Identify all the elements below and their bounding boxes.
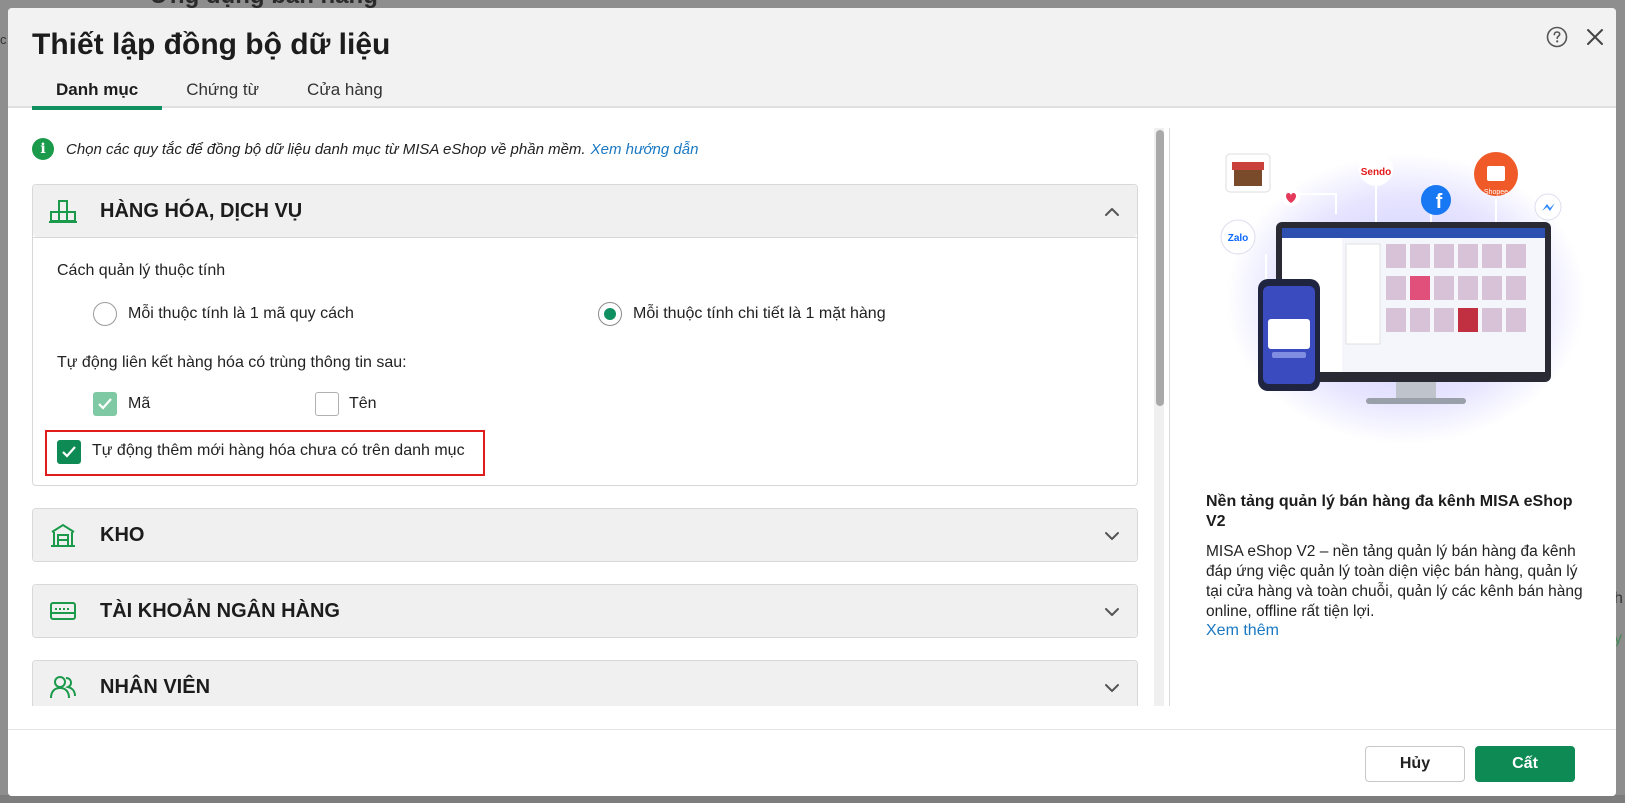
- guide-link[interactable]: Xem hướng dẫn: [591, 141, 699, 158]
- checkbox-auto-add-goods-label: Tự động thêm mới hàng hóa chưa có trên d…: [92, 442, 465, 459]
- chevron-up-icon[interactable]: [1103, 203, 1121, 221]
- check-icon: [62, 446, 76, 458]
- autolink-label: Tự động liên kết hàng hóa có trùng thông…: [57, 354, 407, 371]
- section-staff-header[interactable]: NHÂN VIÊN: [33, 661, 1137, 706]
- section-warehouse-header[interactable]: KHO: [33, 509, 1137, 561]
- section-staff-title: NHÂN VIÊN: [100, 676, 211, 698]
- svg-text:f: f: [1436, 191, 1443, 213]
- checkbox-auto-add-goods[interactable]: [57, 440, 81, 464]
- checkbox-match-code[interactable]: [93, 392, 117, 416]
- pane-divider: [1169, 128, 1170, 706]
- warehouse-icon: [51, 523, 75, 547]
- info-text: Chọn các quy tắc để đồng bộ dữ liệu danh…: [66, 140, 586, 158]
- section-bank-accounts-header[interactable]: TÀI KHOẢN NGÂN HÀNG: [33, 585, 1137, 637]
- shopee-logo: Shopee: [1484, 189, 1508, 196]
- chevron-down-icon[interactable]: [1103, 527, 1121, 545]
- attribute-mode-label: Cách quản lý thuộc tính: [57, 262, 226, 279]
- dialog-title: Thiết lập đồng bộ dữ liệu: [32, 28, 391, 61]
- radio-attribute-as-spec[interactable]: [93, 302, 117, 326]
- section-bank-accounts: TÀI KHOẢN NGÂN HÀNG: [32, 584, 1138, 638]
- eshop-illustration: Sendo Shopee f Zalo: [1220, 152, 1586, 444]
- help-icon[interactable]: [1546, 26, 1568, 48]
- scrollbar-thumb[interactable]: [1156, 130, 1164, 406]
- section-goods-title: HÀNG HÓA, DỊCH VỤ: [100, 200, 303, 222]
- section-warehouse: KHO: [32, 508, 1138, 562]
- tab-catalog[interactable]: Danh mục: [32, 70, 163, 110]
- section-staff: NHÂN VIÊN: [32, 660, 1138, 706]
- info-banner: i Chọn các quy tắc để đồng bộ dữ liệu da…: [32, 138, 698, 160]
- checkbox-match-name-label: Tên: [349, 395, 377, 412]
- section-goods: HÀNG HÓA, DỊCH VỤ Cách quản lý thuộc tín…: [32, 184, 1138, 486]
- section-bank-accounts-title: TÀI KHOẢN NGÂN HÀNG: [100, 600, 340, 622]
- checkbox-match-name[interactable]: [315, 392, 339, 416]
- sendo-logo: Sendo: [1361, 167, 1392, 178]
- goods-icon: [49, 200, 77, 223]
- bank-card-icon: [50, 602, 76, 620]
- radio-attribute-as-spec-label: Mỗi thuộc tính là 1 mã quy cách: [128, 305, 354, 322]
- section-goods-header[interactable]: HÀNG HÓA, DỊCH VỤ: [33, 185, 1137, 237]
- promo-description: MISA eShop V2 – nền tảng quản lý bán hàn…: [1206, 543, 1583, 620]
- checkbox-match-code-label: Mã: [128, 395, 151, 412]
- users-icon: [50, 676, 76, 699]
- tab-bar: Danh mục Chứng từ Cửa hàng: [32, 70, 407, 110]
- chevron-down-icon[interactable]: [1103, 679, 1121, 697]
- check-icon: [98, 398, 112, 410]
- dialog-header: Thiết lập đồng bộ dữ liệu Danh mục Chứng…: [8, 8, 1616, 110]
- radio-attribute-as-item[interactable]: [598, 302, 622, 326]
- chevron-down-icon[interactable]: [1103, 603, 1121, 621]
- promo-pane: Sendo Shopee f Zalo Nền tảng quản lý bán…: [1180, 126, 1600, 706]
- zalo-logo: Zalo: [1228, 233, 1249, 244]
- catalog-settings-pane: i Chọn các quy tắc để đồng bộ dữ liệu da…: [32, 126, 1138, 706]
- section-warehouse-title: KHO: [100, 524, 145, 546]
- radio-attribute-as-item-label: Mỗi thuộc tính chi tiết là 1 mặt hàng: [633, 305, 886, 322]
- sync-settings-dialog: Thiết lập đồng bộ dữ liệu Danh mục Chứng…: [8, 8, 1616, 796]
- promo-title: Nền tảng quản lý bán hàng đa kênh MISA e…: [1206, 493, 1573, 530]
- info-icon: i: [32, 138, 54, 160]
- dialog-footer: Hủy Cất: [8, 729, 1616, 796]
- tab-documents[interactable]: Chứng từ: [162, 70, 283, 110]
- save-button[interactable]: Cất: [1475, 746, 1575, 782]
- tab-stores[interactable]: Cửa hàng: [283, 70, 407, 110]
- background-strip: [0, 795, 1625, 803]
- section-goods-body: Cách quản lý thuộc tính Mỗi thuộc tính l…: [33, 237, 1137, 485]
- close-icon[interactable]: [1584, 26, 1606, 48]
- cancel-button[interactable]: Hủy: [1365, 746, 1465, 782]
- background-text: c: [0, 32, 7, 47]
- promo-read-more-link[interactable]: Xem thêm: [1206, 622, 1279, 640]
